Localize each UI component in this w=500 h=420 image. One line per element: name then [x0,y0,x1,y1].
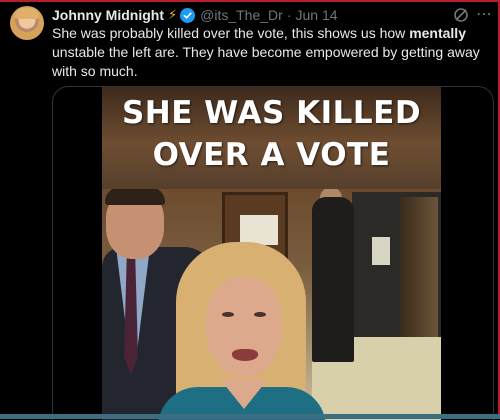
background-person [312,197,354,362]
background-notice [372,237,390,265]
tweet-text: She was probably killed over the vote, t… [52,24,488,81]
tweet-text-part1: She was probably killed over the vote, t… [52,25,410,41]
tweet-text-bold: mentally [409,25,466,41]
bottom-edge-bar [0,414,500,419]
tweet-card[interactable]: Johnny Midnight ⚡ @its_The_Dr · Jun 14 ⋯… [0,0,500,420]
author-handle[interactable]: @its_The_Dr [200,7,283,23]
man-hair [105,187,165,205]
grok-icon[interactable] [453,7,469,23]
caption-line-1: SHE WAS KILLED [121,95,422,131]
background-sign [240,215,278,245]
verified-badge-icon[interactable] [180,7,196,23]
separator-dot: · [286,7,292,23]
woman-face [206,277,282,377]
woman-eye-left [222,312,234,317]
post-date[interactable]: Jun 14 [295,7,337,23]
avatar-hair [15,8,39,19]
caption-line-2: OVER A VOTE [152,137,391,173]
media-container[interactable]: SHE WAS KILLED OVER A VOTE [52,86,494,420]
lightning-bolt-icon: ⚡ [167,7,178,22]
more-options-icon[interactable]: ⋯ [476,4,493,24]
tweet-text-part2: unstable the left are. They have become … [52,44,480,79]
author-name[interactable]: Johnny Midnight [52,7,164,23]
author-avatar[interactable] [10,6,44,40]
tweet-header: Johnny Midnight ⚡ @its_The_Dr · Jun 14 [52,6,338,24]
woman-eye-right [254,312,266,317]
woman-mouth [232,349,258,361]
video-player[interactable]: SHE WAS KILLED OVER A VOTE [102,87,441,420]
caption-banner: SHE WAS KILLED OVER A VOTE [102,87,441,189]
